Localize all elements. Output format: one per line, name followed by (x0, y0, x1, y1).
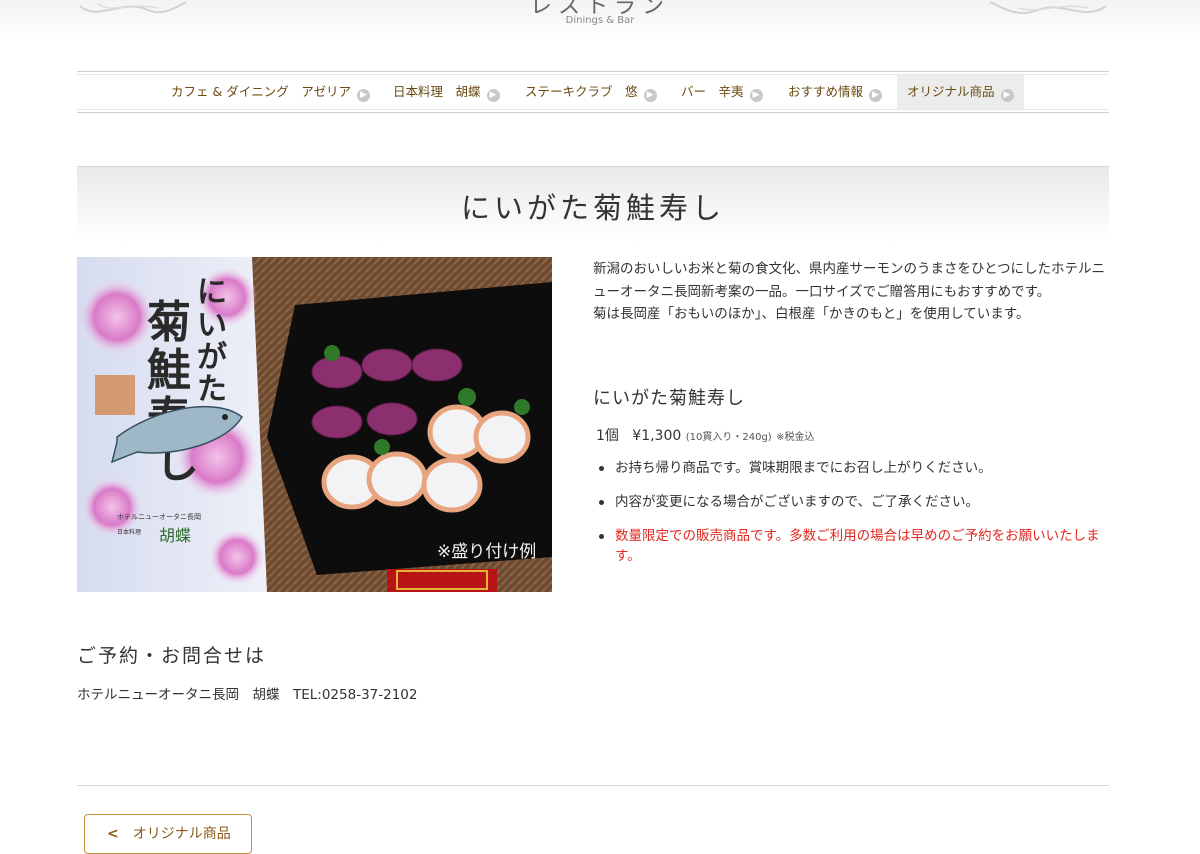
back-button-label: オリジナル商品 (132, 826, 231, 842)
description-paragraph: 新潟のおいしいお米と菊の食文化、県内産サーモンのうまさをひとつにしたホテルニュー… (593, 261, 1106, 300)
svg-text:た: た (197, 372, 227, 407)
ornament-right-icon (989, 1, 1107, 14)
svg-text:菊: 菊 (147, 297, 191, 348)
site-subtitle: Dinings & Bar (565, 15, 635, 26)
chevron-right-circle-icon: ▶ (486, 89, 500, 102)
contact-heading: ご予約・お問合せは (77, 645, 267, 667)
footer-divider (77, 785, 1109, 786)
photo-restaurant-small: 日本料理 (117, 528, 141, 536)
nav-item-label: 日本料理 胡蝶 (393, 84, 481, 99)
svg-text:に: に (197, 275, 227, 310)
nav-item-label: おすすめ情報 (788, 84, 864, 99)
nav-divider (77, 112, 1109, 113)
price-line: 1個 ¥1,300 (10貫入り・240g) ※税金込 (596, 425, 815, 445)
product-quantity: 1個 (596, 428, 619, 444)
chevron-left-icon: < (107, 826, 119, 842)
product-notes: お持ち帰り商品です。賞味期限までにお召し上がりください。 内容が変更になる場合が… (597, 458, 1109, 580)
photo-brand-small: ホテルニューオータニ長岡 (117, 512, 201, 521)
title-band: にいがた菊鮭寿し (77, 166, 1109, 243)
nav-item-kocho[interactable]: 日本料理 胡蝶 ▶ (393, 75, 500, 109)
nav-divider (77, 109, 1109, 110)
product-photo-illustration: に い が た 菊 鮭 寿 し ホテルニューオータニ長岡 日本料理 胡蝶 (77, 257, 552, 592)
chevron-right-circle-icon: ▶ (356, 89, 370, 102)
nav-item-original-products[interactable]: オリジナル商品 ▶ (897, 75, 1024, 109)
product-price: ¥1,300 (632, 428, 682, 444)
chevron-right-circle-icon: ▶ (643, 89, 657, 102)
chevron-right-circle-icon: ▶ (869, 89, 883, 102)
note-item-warning: 数量限定での販売商品です。多数ご利用の場合は早めのご予約をお願いいたします。 (597, 526, 1109, 566)
nav-divider (77, 71, 1109, 72)
back-to-original-products-button[interactable]: < オリジナル商品 (84, 814, 252, 854)
product-name: にいがた菊鮭寿し (593, 388, 745, 409)
product-description: 新潟のおいしいお米と菊の食文化、県内産サーモンのうまさをひとつにしたホテルニュー… (593, 258, 1109, 326)
chevron-right-circle-icon: ▶ (1000, 89, 1014, 102)
nav-item-label: カフェ & ダイニング アゼリア (171, 84, 351, 99)
product-tax: ※税金込 (776, 432, 815, 443)
ornament-left-icon (79, 1, 187, 14)
description-paragraph: 菊は長岡産「おもいのほか」、白根産「かきのもと」を使用しています。 (593, 306, 1030, 322)
product-photo: に い が た 菊 鮭 寿 し ホテルニューオータニ長岡 日本料理 胡蝶 (77, 257, 552, 592)
product-detail: (10貫入り・240g) (685, 432, 772, 443)
nav-item-recommended[interactable]: おすすめ情報 ▶ (788, 75, 883, 109)
svg-text:鮭: 鮭 (147, 345, 191, 396)
nav-item-azeria[interactable]: カフェ & ダイニング アゼリア ▶ (171, 75, 370, 109)
nav-item-bar[interactable]: バー 辛夷 ▶ (681, 75, 763, 109)
nav-item-steak-club[interactable]: ステーキクラブ 悠 ▶ (525, 75, 657, 109)
main-nav: カフェ & ダイニング アゼリア ▶ 日本料理 胡蝶 ▶ ステーキクラブ 悠 ▶ バー… (77, 75, 1109, 109)
page-title: にいがた菊鮭寿し (460, 191, 725, 225)
nav-item-label: オリジナル商品 (907, 84, 995, 99)
chevron-right-circle-icon: ▶ (749, 89, 763, 102)
svg-text:が: が (197, 340, 227, 375)
photo-restaurant-name: 胡蝶 (159, 526, 191, 545)
nav-item-label: バー 辛夷 (681, 84, 744, 99)
svg-text:い: い (197, 308, 227, 343)
note-item: お持ち帰り商品です。賞味期限までにお召し上がりください。 (597, 458, 1109, 478)
note-item: 内容が変更になる場合がございますので、ご了承ください。 (597, 492, 1109, 512)
nav-item-label: ステーキクラブ 悠 (525, 84, 638, 99)
contact-info: ホテルニューオータニ長岡 胡蝶 TEL:0258-37-2102 (77, 687, 418, 703)
photo-caption: ※盛り付け例 (437, 542, 536, 562)
